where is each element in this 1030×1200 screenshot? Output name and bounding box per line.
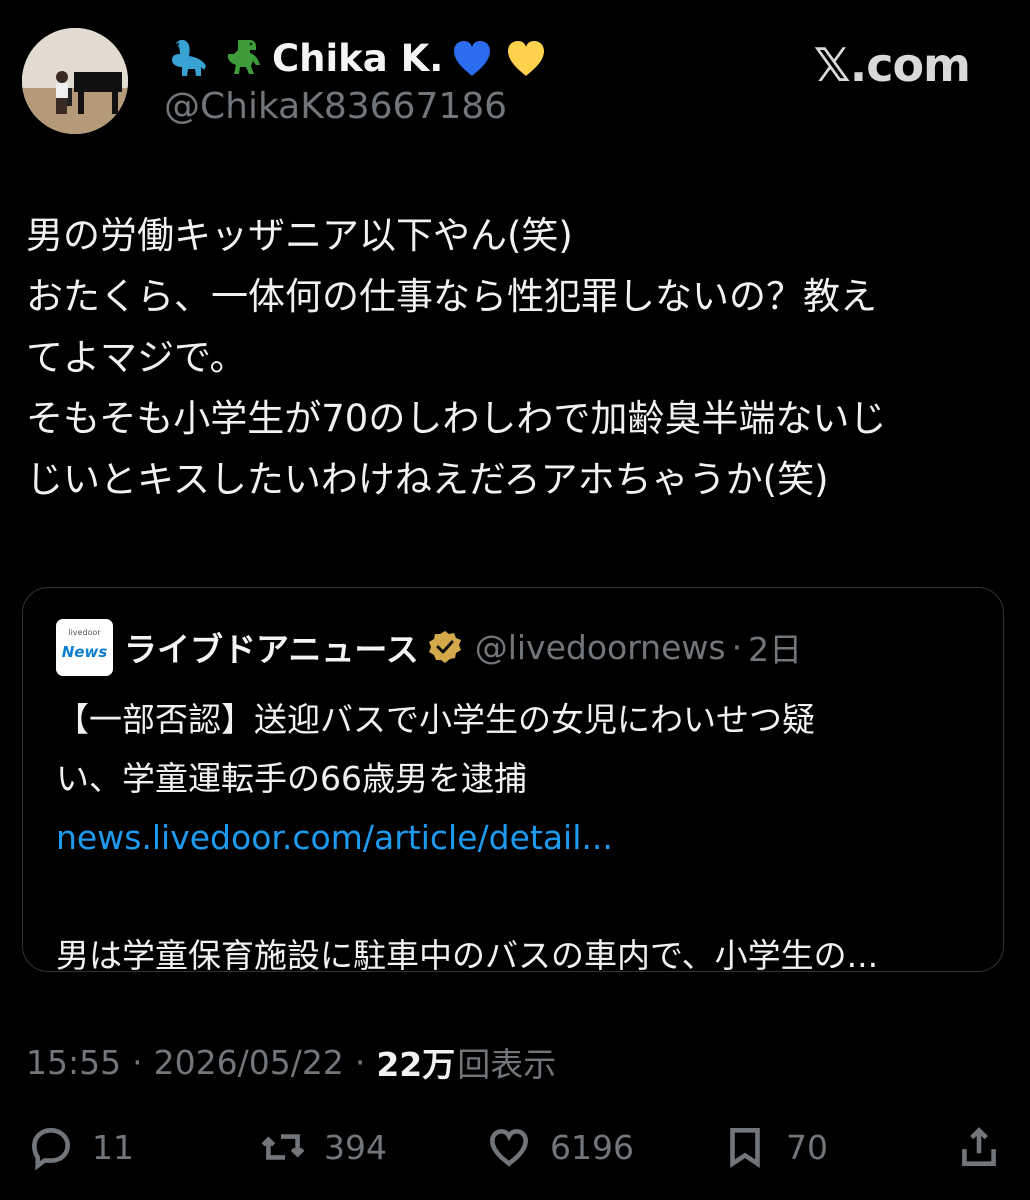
tweet-header: Chika K. @ChikaK83667186 𝕏.com	[22, 28, 1008, 138]
reply-count: 11	[92, 1127, 134, 1167]
like-count: 6196	[550, 1127, 634, 1167]
livedoor-news-logo[interactable]: livedoor News	[56, 618, 113, 676]
reply-button[interactable]: 11	[26, 1112, 134, 1182]
repost-button[interactable]: 394	[258, 1112, 387, 1182]
bookmark-button[interactable]: 70	[720, 1112, 828, 1182]
quoted-tweet-body: 【一部否認】送迎バスで小学生の女児にわいせつ疑 い、学童運転手の66歳男を逮捕 …	[56, 690, 976, 985]
share-button[interactable]	[954, 1112, 1004, 1182]
bookmark-icon	[730, 1128, 760, 1168]
site-logo[interactable]: 𝕏.com	[814, 38, 971, 92]
tweet-line: そもそも小学生が70のしわしわで加齢臭半端ないじ	[26, 397, 887, 440]
views-count: 22万	[376, 1045, 456, 1084]
yellow-heart-icon	[501, 34, 551, 82]
tweet-time[interactable]: 15:55	[26, 1043, 121, 1082]
user-name-line[interactable]: Chika K.	[164, 34, 551, 82]
repost-count: 394	[324, 1127, 387, 1167]
share-icon	[962, 1127, 996, 1166]
quoted-account-handle[interactable]: @livedoornews	[475, 628, 726, 667]
quoted-time: 2日	[748, 630, 803, 669]
quoted-tweet-header: livedoor News ライブドアニュース @livedoornews · …	[56, 618, 802, 676]
t-rex-icon	[218, 34, 268, 82]
reply-icon	[32, 1128, 70, 1171]
meta-separator: ·	[354, 1042, 366, 1082]
meta-separator: ·	[132, 1042, 143, 1082]
tweet-line: 男の労働キッザニア以下やん(笑)	[26, 214, 573, 257]
tweet-date[interactable]: 2026/05/22	[154, 1043, 344, 1082]
like-button[interactable]: 6196	[484, 1112, 634, 1182]
tweet-meta: 15:55 · 2026/05/22 · 22万 回表示	[26, 1038, 556, 1086]
quoted-account-name[interactable]: ライブドアニュース	[124, 623, 419, 671]
views-label: 回表示	[457, 1045, 557, 1084]
quoted-line: 【一部否認】送迎バスで小学生の女児にわいせつ疑	[56, 700, 815, 739]
tweet-line: てよマジで。	[26, 336, 247, 379]
user-handle[interactable]: @ChikaK83667186	[164, 86, 507, 127]
quoted-link[interactable]: news.livedoor.com/article/detail...	[56, 808, 976, 867]
quoted-tweet-card[interactable]: livedoor News ライブドアニュース @livedoornews · …	[22, 587, 1004, 975]
blue-heart-icon	[447, 34, 497, 82]
tweet-line: おたくら、一体何の仕事なら性犯罪しないの？教え	[26, 275, 877, 318]
separator-dot: ·	[731, 627, 743, 667]
avatar[interactable]	[22, 28, 128, 134]
quote-spacer	[56, 867, 976, 926]
sauropod-icon	[164, 34, 214, 82]
verified-badge-icon	[428, 631, 461, 663]
repost-icon	[261, 1134, 305, 1160]
tweet-actions: 11 394 6196 70	[26, 1112, 1006, 1182]
heart-icon	[490, 1129, 528, 1167]
bookmark-count: 70	[786, 1127, 828, 1167]
user-name: Chika K.	[272, 36, 444, 80]
logo-bottom-text: News	[61, 642, 108, 661]
quoted-line: い、学童運転手の66歳男を逮捕	[56, 759, 527, 798]
logo-top-text: livedoor	[68, 627, 101, 637]
tweet-text: 男の労働キッザニア以下やん(笑) おたくら、一体何の仕事なら性犯罪しないの？教え…	[26, 205, 1001, 510]
quoted-summary: 男は学童保育施設に駐車中のバスの車内で、小学生の...	[56, 936, 879, 975]
tweet-line: じいとキスしたいわけねえだろアホちゃうか(笑)	[26, 458, 829, 501]
avatar-image-icon	[22, 28, 128, 134]
